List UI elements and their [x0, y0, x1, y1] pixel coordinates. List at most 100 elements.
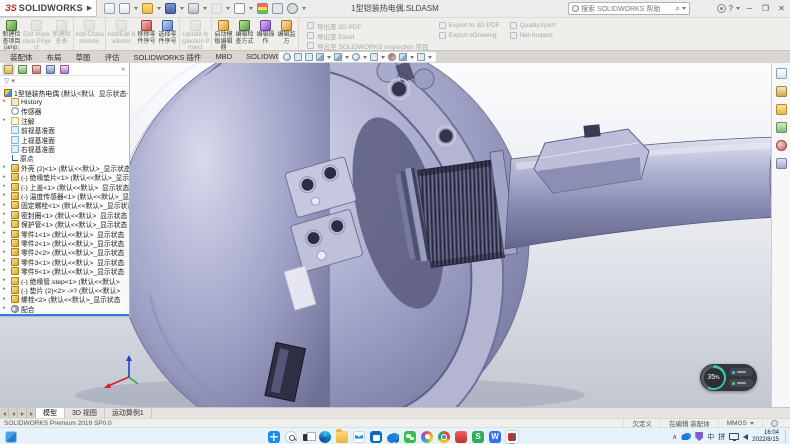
tab-layout[interactable]: 布局: [40, 51, 69, 63]
previous-view-icon[interactable]: [305, 53, 313, 61]
panel-splitter[interactable]: [0, 314, 129, 316]
dimxpertmanager-tab-icon[interactable]: [46, 65, 55, 74]
doc-tab-model[interactable]: 模型: [36, 408, 65, 418]
start-button-icon[interactable]: [268, 431, 280, 443]
launch-template-editor-button[interactable]: 启动模板编辑器: [213, 18, 234, 50]
tree-item-fixing-bolt[interactable]: 固定螺栓<1> (默认<<默认>_显示状态: [0, 201, 129, 210]
tree-item-mates[interactable]: 配合: [0, 304, 129, 313]
tray-security-icon[interactable]: [695, 432, 703, 441]
help-icon[interactable]: ?: [729, 4, 733, 13]
zoom-fit-icon[interactable]: [283, 53, 291, 61]
tab-scroll-right-icon[interactable]: [18, 408, 27, 418]
graphics-viewport[interactable]: » ▽ ▾ 1型铠装热电偶 (默认<默认_显示状态-1>) History 传感…: [0, 63, 790, 407]
tree-item-sensors[interactable]: 传感器: [0, 107, 129, 116]
view-settings-caret-icon[interactable]: [428, 56, 432, 59]
tab-scroll-left-icon[interactable]: [9, 408, 18, 418]
tab-mbd[interactable]: MBD: [208, 51, 239, 63]
close-button[interactable]: ✕: [775, 2, 788, 15]
select-icon[interactable]: [234, 3, 245, 14]
wps-office-icon[interactable]: W: [489, 431, 501, 443]
red-app-icon[interactable]: [455, 431, 467, 443]
tree-item-protection-tube[interactable]: 保护管<1> (默认<<默认>_显示状态: [0, 219, 129, 228]
tree-item-seal-ring[interactable]: 密封圈<1> (默认<<默认>_显示状态: [0, 210, 129, 219]
new-document-icon[interactable]: [119, 3, 130, 14]
filter-funnel-icon[interactable]: ▽: [4, 77, 9, 85]
logo-expand-icon[interactable]: ▶: [87, 4, 92, 12]
photos-icon[interactable]: [421, 431, 433, 443]
display-style-icon[interactable]: [352, 53, 360, 61]
orientation-caret-icon[interactable]: [345, 56, 349, 59]
hide-show-caret-icon[interactable]: [381, 56, 385, 59]
solidworks-taskbar-icon[interactable]: [506, 431, 518, 443]
help-search-box[interactable]: 搜索 SOLIDWORKS 帮助 ⌕: [568, 2, 690, 15]
remove-balloons-button[interactable]: 移除零件序号: [136, 18, 157, 50]
custom-properties-icon[interactable]: [776, 158, 787, 169]
doc-tab-motion-study[interactable]: 运动算例1: [105, 408, 152, 418]
edit-inspection-methods-button[interactable]: 编辑检查方式: [234, 18, 255, 50]
edit-appearance-icon[interactable]: [388, 53, 396, 61]
edge-icon[interactable]: [319, 431, 331, 443]
tree-item-part2-1[interactable]: 零件2<1> (默认<<默认>_显示状态: [0, 238, 129, 247]
tree-item-front-plane[interactable]: 前视基准面: [0, 126, 129, 135]
tray-chevron-up-icon[interactable]: ∧: [672, 433, 677, 441]
tree-item-part2-2[interactable]: 零件2<2> (默认<<默认>_显示状态: [0, 248, 129, 257]
tab-evaluate[interactable]: 评估: [98, 51, 127, 63]
tree-item-part1[interactable]: 零件1<1> (默认<<默认>_显示状态: [0, 229, 129, 238]
appearances-icon[interactable]: [776, 140, 787, 151]
wechat-icon[interactable]: [404, 431, 416, 443]
print-caret-icon[interactable]: [203, 7, 207, 10]
tree-item-top-plane[interactable]: 上视基准面: [0, 135, 129, 144]
restore-button[interactable]: ❐: [759, 2, 772, 15]
tree-item-gasket[interactable]: (-) 垫片 (2)<2> ->? (默认<<默认>: [0, 285, 129, 294]
file-explorer-pane-icon[interactable]: [776, 104, 787, 115]
open-icon[interactable]: [142, 3, 153, 14]
search-scope-icon[interactable]: [572, 5, 579, 12]
search-icon[interactable]: ⌕: [676, 4, 680, 14]
mail-icon[interactable]: [353, 431, 365, 443]
ime-language-indicator[interactable]: 中: [707, 432, 714, 442]
onedrive-icon[interactable]: [387, 431, 399, 443]
filter-caret-icon[interactable]: ▾: [11, 77, 15, 85]
hide-show-items-icon[interactable]: [370, 53, 378, 61]
tree-item-assembly-root[interactable]: 1型铠装热电偶 (默认<默认_显示状态-1>): [0, 88, 129, 97]
undo-icon[interactable]: [211, 3, 222, 14]
zoom-area-icon[interactable]: [294, 53, 302, 61]
tree-item-insulation-tube[interactable]: (-) 绝缘管.step<1> (默认<<默认>_: [0, 276, 129, 285]
doc-tab-3d-views[interactable]: 3D 视图: [65, 408, 105, 418]
ime-mode-indicator[interactable]: 拼: [718, 432, 725, 442]
tab-assembly[interactable]: 装配体: [3, 51, 40, 63]
widgets-icon[interactable]: [5, 431, 17, 443]
chrome-icon[interactable]: [438, 431, 450, 443]
tree-item-origin[interactable]: 原点: [0, 154, 129, 163]
solidworks-resources-icon[interactable]: [776, 68, 787, 79]
show-desktop-button[interactable]: [785, 430, 787, 443]
tree-item-part3[interactable]: 零件3<1> (默认<<默认>_显示状态: [0, 257, 129, 266]
tray-volume-icon[interactable]: [743, 434, 748, 440]
tree-item-temperature-sensor[interactable]: (-) 温度传感器<1> (默认<<默认>_显: [0, 191, 129, 200]
taskbar-clock[interactable]: 16:04 2022/8/15: [752, 430, 779, 444]
tree-item-insulation-gasket[interactable]: (-) 绝缘垫片<1> (默认<<默认>_显示: [0, 173, 129, 182]
tree-item-part5[interactable]: 零件5<1> (默认<<默认>_显示状态: [0, 266, 129, 275]
apply-scene-icon[interactable]: [399, 53, 407, 61]
login-user-icon[interactable]: [717, 4, 726, 13]
tray-display-icon[interactable]: [729, 433, 739, 440]
welcome-icon[interactable]: [104, 3, 115, 14]
design-library-icon[interactable]: [776, 86, 787, 97]
tree-filter-bar[interactable]: ▽ ▾: [0, 76, 129, 87]
tree-item-annotations[interactable]: 注解: [0, 116, 129, 125]
overlay-toggle-1[interactable]: [729, 368, 753, 376]
tab-scroll-last-icon[interactable]: [27, 408, 36, 418]
open-caret-icon[interactable]: [157, 7, 161, 10]
tab-scroll-first-icon[interactable]: [0, 408, 9, 418]
view-settings-icon[interactable]: [417, 53, 425, 61]
tree-item-right-plane[interactable]: 右视基准面: [0, 144, 129, 153]
edit-operations-button[interactable]: 编辑操作: [255, 18, 276, 50]
task-view-icon[interactable]: [302, 431, 314, 443]
section-caret-icon[interactable]: [327, 56, 331, 59]
green-app-icon[interactable]: S: [472, 431, 484, 443]
overlay-toggle-2[interactable]: [729, 379, 753, 387]
microsoft-store-icon[interactable]: [370, 431, 382, 443]
new-inspection-project-button[interactable]: 新建检查项目 (amp;M): [1, 18, 22, 50]
tree-item-bolt[interactable]: 螺栓<2> (默认<<默认>_显示状态: [0, 295, 129, 304]
display-style-caret-icon[interactable]: [363, 56, 367, 59]
